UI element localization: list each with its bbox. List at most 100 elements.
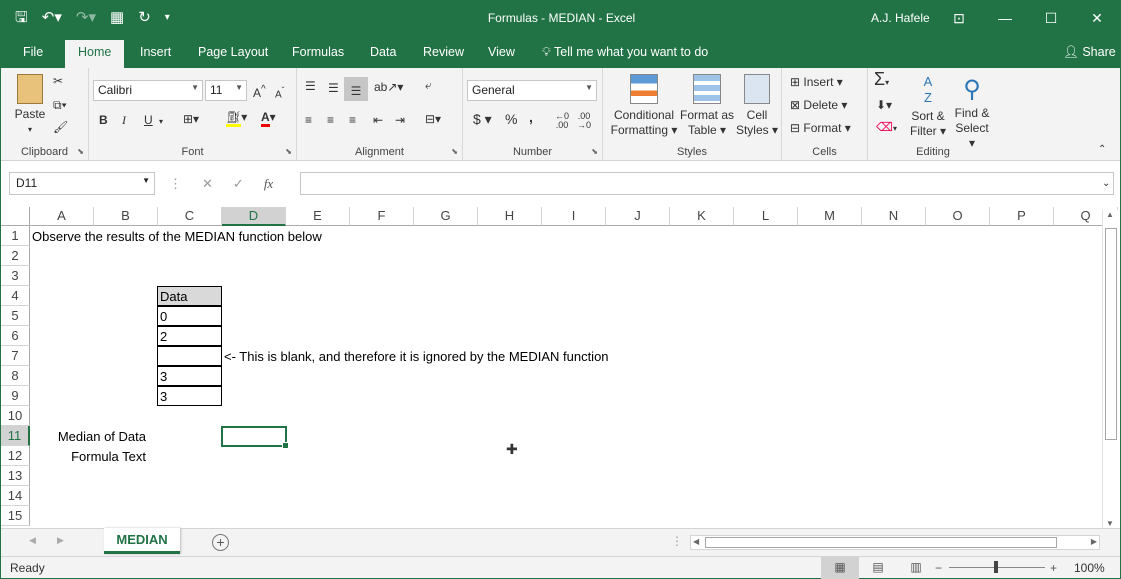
underline-button[interactable]: U	[144, 113, 153, 128]
expand-formula-bar-icon[interactable]: ⌄	[1102, 176, 1110, 191]
tab-home[interactable]: Home	[65, 40, 125, 68]
column-header-f[interactable]: F	[350, 207, 414, 226]
row-header-8[interactable]: 8	[1, 366, 30, 386]
align-bottom-icon[interactable]: ☰	[344, 77, 368, 101]
clear-icon[interactable]: ⌫▾	[876, 120, 897, 136]
scroll-right-icon[interactable]: ▶	[1091, 537, 1097, 546]
sort-filter-button[interactable]: AZ Sort & Filter ▾	[906, 74, 950, 139]
align-center-icon[interactable]: ≡	[327, 113, 334, 128]
insert-function-icon[interactable]: fx	[264, 176, 273, 192]
tell-me-box[interactable]: 💡︎ Tell me what you want to do	[542, 45, 708, 60]
enter-icon[interactable]: ✓	[233, 176, 244, 192]
column-header-c[interactable]: C	[158, 207, 222, 226]
number-format-select[interactable]: General ▼	[467, 80, 597, 101]
alignment-launcher-icon[interactable]: ⬊	[451, 147, 458, 156]
decrease-decimal-icon[interactable]: .00 →0	[577, 112, 591, 130]
page-break-view-icon[interactable]: ▥	[897, 557, 935, 579]
tab-review[interactable]: Review	[423, 45, 464, 59]
align-middle-icon[interactable]: ☰	[328, 81, 339, 96]
row-header-10[interactable]: 10	[1, 406, 30, 426]
normal-view-icon[interactable]: ▦	[821, 557, 859, 579]
active-cell-d11[interactable]	[221, 426, 289, 449]
column-header-l[interactable]: L	[734, 207, 798, 226]
split-handle-icon[interactable]: ⋮	[671, 534, 683, 548]
cell-c4[interactable]: Data	[157, 286, 222, 306]
row-header-2[interactable]: 2	[1, 246, 30, 266]
row-header-4[interactable]: 4	[1, 286, 30, 306]
vertical-scrollbar[interactable]: ▲ ▼	[1102, 210, 1118, 528]
page-layout-view-icon[interactable]: ▤	[859, 557, 897, 579]
close-button[interactable]: ✕	[1074, 1, 1120, 35]
clipboard-launcher-icon[interactable]: ⬊	[77, 147, 84, 156]
row-header-9[interactable]: 9	[1, 386, 30, 406]
column-header-e[interactable]: E	[286, 207, 350, 226]
percent-button[interactable]: %	[505, 112, 517, 127]
format-as-table-button[interactable]: Format as Table ▾	[679, 74, 735, 138]
paste-button[interactable]: Paste ▾	[12, 74, 48, 137]
maximize-button[interactable]: ☐	[1028, 1, 1074, 35]
ribbon-display-options-icon[interactable]: ⊡	[936, 1, 982, 35]
font-launcher-icon[interactable]: ⬊	[285, 147, 292, 156]
borders-icon[interactable]: ⊞▾	[183, 112, 199, 127]
name-box[interactable]: D11 ▼	[9, 172, 155, 195]
number-launcher-icon[interactable]: ⬊	[591, 147, 598, 156]
underline-dropdown-icon[interactable]: ▾	[159, 114, 163, 129]
increase-indent-icon[interactable]: ⇥	[395, 113, 405, 128]
fill-icon[interactable]: ⬇︎▾	[876, 98, 892, 113]
minimize-button[interactable]: —	[982, 1, 1028, 35]
prev-sheet-icon[interactable]: ◀	[29, 535, 36, 546]
align-left-icon[interactable]: ≡	[305, 113, 312, 128]
add-sheet-icon[interactable]: +	[212, 534, 229, 551]
next-sheet-icon[interactable]: ▶	[57, 535, 64, 546]
column-header-n[interactable]: N	[862, 207, 926, 226]
decrease-font-icon[interactable]: Aˇ	[275, 83, 284, 102]
column-header-m[interactable]: M	[798, 207, 862, 226]
column-header-k[interactable]: K	[670, 207, 734, 226]
cell-styles-button[interactable]: Cell Styles ▾	[735, 74, 779, 138]
cell-c9[interactable]: 3	[157, 386, 222, 406]
row-header-11[interactable]: 11	[1, 426, 30, 446]
row-header-6[interactable]: 6	[1, 326, 30, 346]
font-size-select[interactable]: 11 ▼	[205, 80, 247, 101]
font-color-icon[interactable]: A▾	[261, 110, 276, 127]
row-header-15[interactable]: 15	[1, 506, 30, 526]
tab-view[interactable]: View	[488, 45, 515, 59]
align-top-icon[interactable]: ☰	[305, 79, 316, 94]
merge-center-icon[interactable]: ⊟▾	[425, 112, 441, 127]
column-header-i[interactable]: I	[542, 207, 606, 226]
horizontal-scrollbar[interactable]: ◀ ▶	[690, 535, 1100, 550]
row-header-7[interactable]: 7	[1, 346, 30, 366]
zoom-slider-thumb[interactable]	[994, 561, 998, 573]
orientation-icon[interactable]: ab↗▾	[374, 80, 403, 95]
cell-a1[interactable]: Observe the results of the MEDIAN functi…	[32, 227, 322, 247]
italic-button[interactable]: I	[122, 113, 126, 128]
row-header-14[interactable]: 14	[1, 486, 30, 506]
column-header-o[interactable]: O	[926, 207, 990, 226]
tab-page-layout[interactable]: Page Layout	[198, 45, 268, 59]
fill-color-icon[interactable]: ⛽︎▾	[226, 110, 247, 127]
format-painter-icon[interactable]: 🖌︎	[53, 120, 68, 135]
increase-decimal-icon[interactable]: ←0.00	[555, 112, 569, 130]
vertical-scroll-thumb[interactable]	[1105, 228, 1117, 440]
column-header-j[interactable]: J	[606, 207, 670, 226]
delete-cells-button[interactable]: ⊠ Delete ▾	[790, 98, 847, 113]
cancel-icon[interactable]: ✕	[202, 176, 213, 192]
tab-formulas[interactable]: Formulas	[292, 45, 344, 59]
autosum-icon[interactable]: Σ▾	[874, 70, 889, 90]
row-header-3[interactable]: 3	[1, 266, 30, 286]
scroll-down-icon[interactable]: ▼	[1106, 519, 1114, 528]
row-header-1[interactable]: 1	[1, 226, 30, 246]
column-header-d[interactable]: D	[222, 207, 286, 226]
insert-cells-button[interactable]: ⊞ Insert ▾	[790, 75, 843, 90]
conditional-formatting-button[interactable]: Conditional Formatting ▾	[609, 74, 679, 138]
horizontal-scroll-thumb[interactable]	[705, 537, 1057, 548]
find-select-button[interactable]: ⚲ Find & Select ▾	[952, 74, 992, 151]
cell-b12[interactable]: Formula Text	[31, 447, 146, 467]
cell-c8[interactable]: 3	[157, 366, 222, 386]
scroll-up-icon[interactable]: ▲	[1106, 210, 1114, 219]
zoom-level[interactable]: 100%	[1074, 561, 1105, 575]
cell-c6[interactable]: 2	[157, 326, 222, 346]
user-name[interactable]: A.J. Hafele	[871, 11, 930, 25]
align-right-icon[interactable]: ≡	[349, 113, 356, 128]
currency-button[interactable]: $ ▾	[473, 112, 492, 127]
